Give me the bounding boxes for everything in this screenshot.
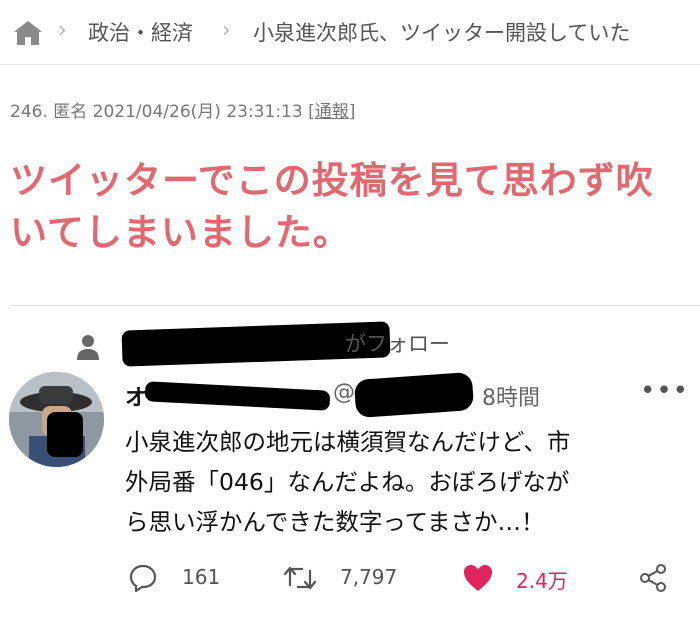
reply-icon[interactable] — [128, 563, 158, 593]
reply-count: 161 — [182, 565, 221, 589]
retweet-count: 7,797 — [340, 565, 398, 589]
retweet-icon[interactable] — [283, 563, 317, 593]
comment-meta: 246. 匿名 2021/04/26(月) 23:31:13 [通報] — [10, 102, 356, 122]
share-icon[interactable] — [638, 563, 668, 593]
comment-text: ツイッターでこの投稿を見て思わず吹 いてしまいました。 — [10, 155, 690, 259]
avatar[interactable] — [9, 372, 104, 467]
comment-author: 匿名 — [53, 102, 88, 122]
tweet-body-line: 小泉進次郎の地元は横須賀なんだけど、市 — [125, 428, 571, 456]
redaction-mark — [353, 371, 475, 419]
tweet-body-line: ら思い浮かんできた数字ってまさか…！ — [125, 508, 545, 536]
breadcrumb: › 政治・経済 › 小泉進次郎氏、ツイッター開設していた — [0, 0, 700, 65]
comment-datetime: 2021/04/26(月) 23:31:13 — [92, 102, 303, 122]
tweet-author: オ — [125, 380, 147, 412]
redaction-mark — [144, 381, 331, 411]
tweet-actions: 161 7,797 2.4万 — [0, 561, 700, 601]
heart-icon[interactable] — [462, 563, 494, 593]
person-icon — [77, 335, 99, 360]
report-link[interactable]: 通報 — [315, 102, 349, 122]
home-icon[interactable] — [13, 20, 43, 46]
tweet-body-line: 外局番「046」なんだよね。おぼろげなが — [125, 468, 570, 496]
breadcrumb-title: 小泉進次郎氏、ツイッター開設していた — [253, 21, 631, 45]
tweet-time: 8時間 — [482, 386, 540, 411]
comment-text-line: ツイッターでこの投稿を見て思わず吹 — [10, 159, 654, 202]
tweet-author-name: オ — [125, 386, 148, 411]
comment-text-line: いてしまいました。 — [10, 211, 351, 254]
more-icon[interactable]: ••• — [640, 376, 689, 406]
chevron-right-icon: › — [58, 18, 67, 43]
like-count: 2.4万 — [516, 569, 568, 593]
follow-notice: がフォロー — [345, 332, 450, 356]
tweet-screenshot: がフォロー オ @ 8時間 ••• 小泉進次郎の地元は横須賀なんだけど、市 外局… — [0, 306, 700, 622]
comment-number: 246. — [10, 102, 48, 122]
breadcrumb-category[interactable]: 政治・経済 — [88, 17, 193, 47]
chevron-right-icon: › — [222, 18, 231, 43]
avatar-image — [9, 372, 104, 467]
tweet-body: 小泉進次郎の地元は横須賀なんだけど、市 外局番「046」なんだよね。おぼろげなが… — [125, 422, 685, 542]
tweet-handle: @ — [333, 380, 355, 405]
